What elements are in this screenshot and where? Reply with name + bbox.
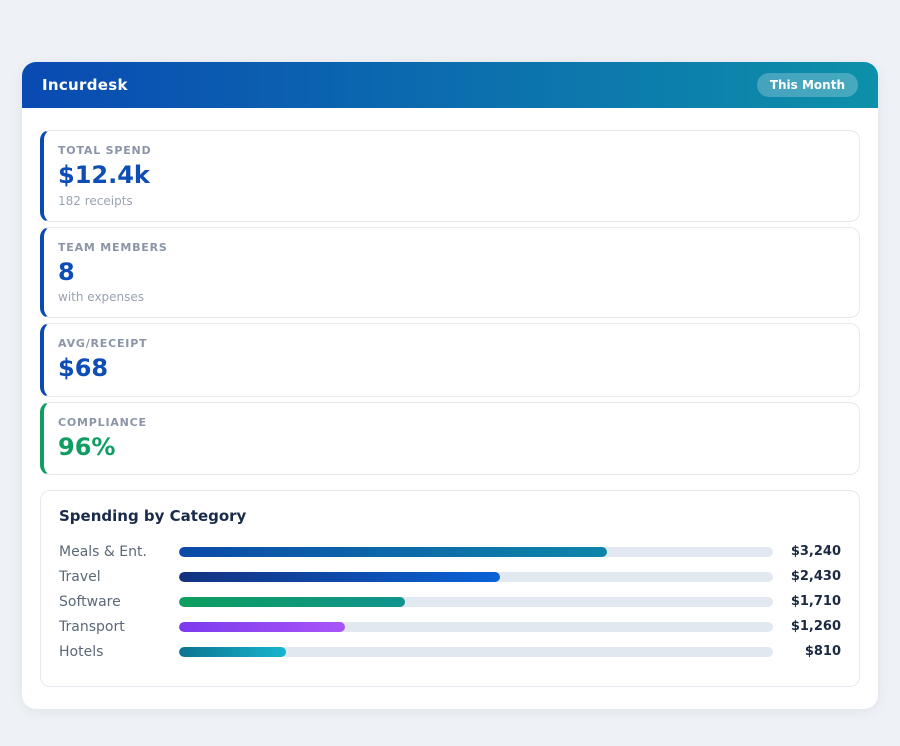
category-bar-fill	[179, 622, 345, 632]
period-badge[interactable]: This Month	[757, 73, 858, 97]
category-bar-fill	[179, 647, 286, 657]
category-label: Meals & Ent.	[59, 544, 179, 560]
stat-value: 8	[58, 259, 841, 287]
stat-card: TEAM MEMBERS 8 with expenses	[40, 227, 860, 319]
spending-title: Spending by Category	[59, 507, 841, 525]
spending-by-category-card: Spending by Category Meals & Ent. $3,240 T…	[40, 490, 860, 687]
stat-value: $12.4k	[58, 162, 841, 190]
stat-label: AVG/RECEIPT	[58, 337, 841, 350]
stat-card: COMPLIANCE 96%	[40, 402, 860, 476]
category-bar-track	[179, 647, 773, 657]
category-bar-fill	[179, 572, 500, 582]
category-label: Software	[59, 594, 179, 610]
dashboard-card: Incurdesk This Month TOTAL SPEND $12.4k …	[22, 62, 878, 709]
category-label: Travel	[59, 569, 179, 585]
category-value: $3,240	[773, 544, 841, 559]
stat-card: AVG/RECEIPT $68	[40, 323, 860, 397]
category-value: $1,260	[773, 619, 841, 634]
stat-value: $68	[58, 355, 841, 383]
stat-value: 96%	[58, 434, 841, 462]
category-value: $1,710	[773, 594, 841, 609]
category-row: Hotels $810	[59, 639, 841, 664]
category-bar-fill	[179, 597, 405, 607]
stat-card: TOTAL SPEND $12.4k 182 receipts	[40, 130, 860, 222]
stat-sub: 182 receipts	[58, 194, 841, 208]
category-bar-track	[179, 572, 773, 582]
category-value: $2,430	[773, 569, 841, 584]
category-value: $810	[773, 644, 841, 659]
category-bar-track	[179, 597, 773, 607]
stat-label: TOTAL SPEND	[58, 144, 841, 157]
category-row: Travel $2,430	[59, 564, 841, 589]
category-rows: Meals & Ent. $3,240 Travel $2,430 Software $1…	[59, 539, 841, 664]
category-bar-fill	[179, 547, 607, 557]
category-label: Transport	[59, 619, 179, 635]
category-bar-track	[179, 547, 773, 557]
stat-sub: with expenses	[58, 290, 841, 304]
category-row: Meals & Ent. $3,240	[59, 539, 841, 564]
category-label: Hotels	[59, 644, 179, 660]
stat-label: TEAM MEMBERS	[58, 241, 841, 254]
dashboard-content: TOTAL SPEND $12.4k 182 receipts TEAM MEM…	[22, 108, 878, 709]
app-title: Incurdesk	[42, 76, 128, 94]
category-row: Transport $1,260	[59, 614, 841, 639]
app-header: Incurdesk This Month	[22, 62, 878, 108]
category-row: Software $1,710	[59, 589, 841, 614]
stat-label: COMPLIANCE	[58, 416, 841, 429]
category-bar-track	[179, 622, 773, 632]
